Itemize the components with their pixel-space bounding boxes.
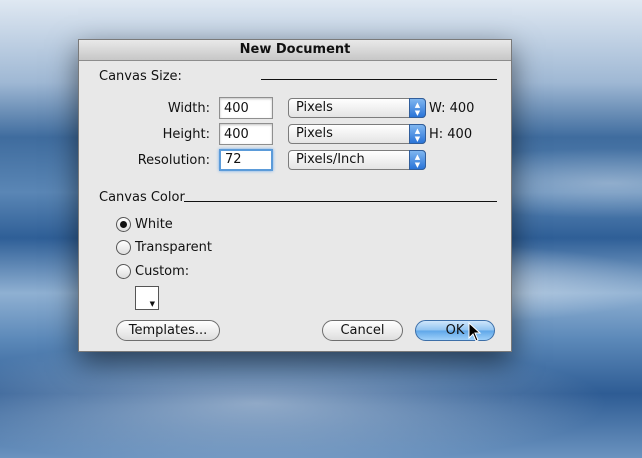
ok-button[interactable]: OK xyxy=(415,320,495,341)
updown-arrows-icon: ▲ ▼ xyxy=(409,124,426,144)
width-unit-value: Pixels xyxy=(296,100,333,115)
width-label: Width: xyxy=(167,101,210,116)
templates-button[interactable]: Templates... xyxy=(116,320,220,341)
custom-color-swatch[interactable]: ▼ xyxy=(135,286,159,310)
height-readout: H: 400 xyxy=(429,127,473,142)
radio-transparent-label: Transparent xyxy=(135,240,212,255)
canvas-size-divider xyxy=(261,79,497,80)
resolution-unit-value: Pixels/Inch xyxy=(296,152,365,167)
radio-white[interactable]: White xyxy=(116,217,173,233)
updown-arrows-icon: ▲ ▼ xyxy=(409,150,426,170)
dialog-title: New Document xyxy=(79,40,511,61)
radio-unchecked-icon xyxy=(116,240,131,255)
canvas-color-divider xyxy=(184,201,497,202)
height-unit-select[interactable]: Pixels ▲ ▼ xyxy=(288,124,426,144)
cancel-button[interactable]: Cancel xyxy=(322,320,403,341)
canvas-color-section-label: Canvas Color xyxy=(99,190,185,205)
radio-custom[interactable]: Custom: xyxy=(116,264,189,280)
mouse-pointer-icon xyxy=(468,322,482,342)
resolution-unit-select[interactable]: Pixels/Inch ▲ ▼ xyxy=(288,150,426,170)
updown-arrows-icon: ▲ ▼ xyxy=(409,98,426,118)
radio-transparent[interactable]: Transparent xyxy=(116,240,212,256)
canvas-size-section-label: Canvas Size: xyxy=(99,69,182,84)
resolution-label: Resolution: xyxy=(137,153,210,168)
width-input[interactable]: 400 xyxy=(219,97,273,119)
height-label: Height: xyxy=(162,127,210,142)
new-document-dialog: New Document Canvas Size: Width: 400 Pix… xyxy=(78,39,512,352)
width-unit-select[interactable]: Pixels ▲ ▼ xyxy=(288,98,426,118)
resolution-input[interactable]: 72 xyxy=(219,149,273,171)
radio-white-label: White xyxy=(135,217,173,232)
radio-unchecked-icon xyxy=(116,264,131,279)
width-readout: W: 400 xyxy=(429,101,475,116)
radio-checked-icon xyxy=(116,217,131,232)
height-input[interactable]: 400 xyxy=(219,123,273,145)
dropdown-caret-icon: ▼ xyxy=(149,300,155,308)
height-unit-value: Pixels xyxy=(296,126,333,141)
radio-custom-label: Custom: xyxy=(135,264,190,279)
